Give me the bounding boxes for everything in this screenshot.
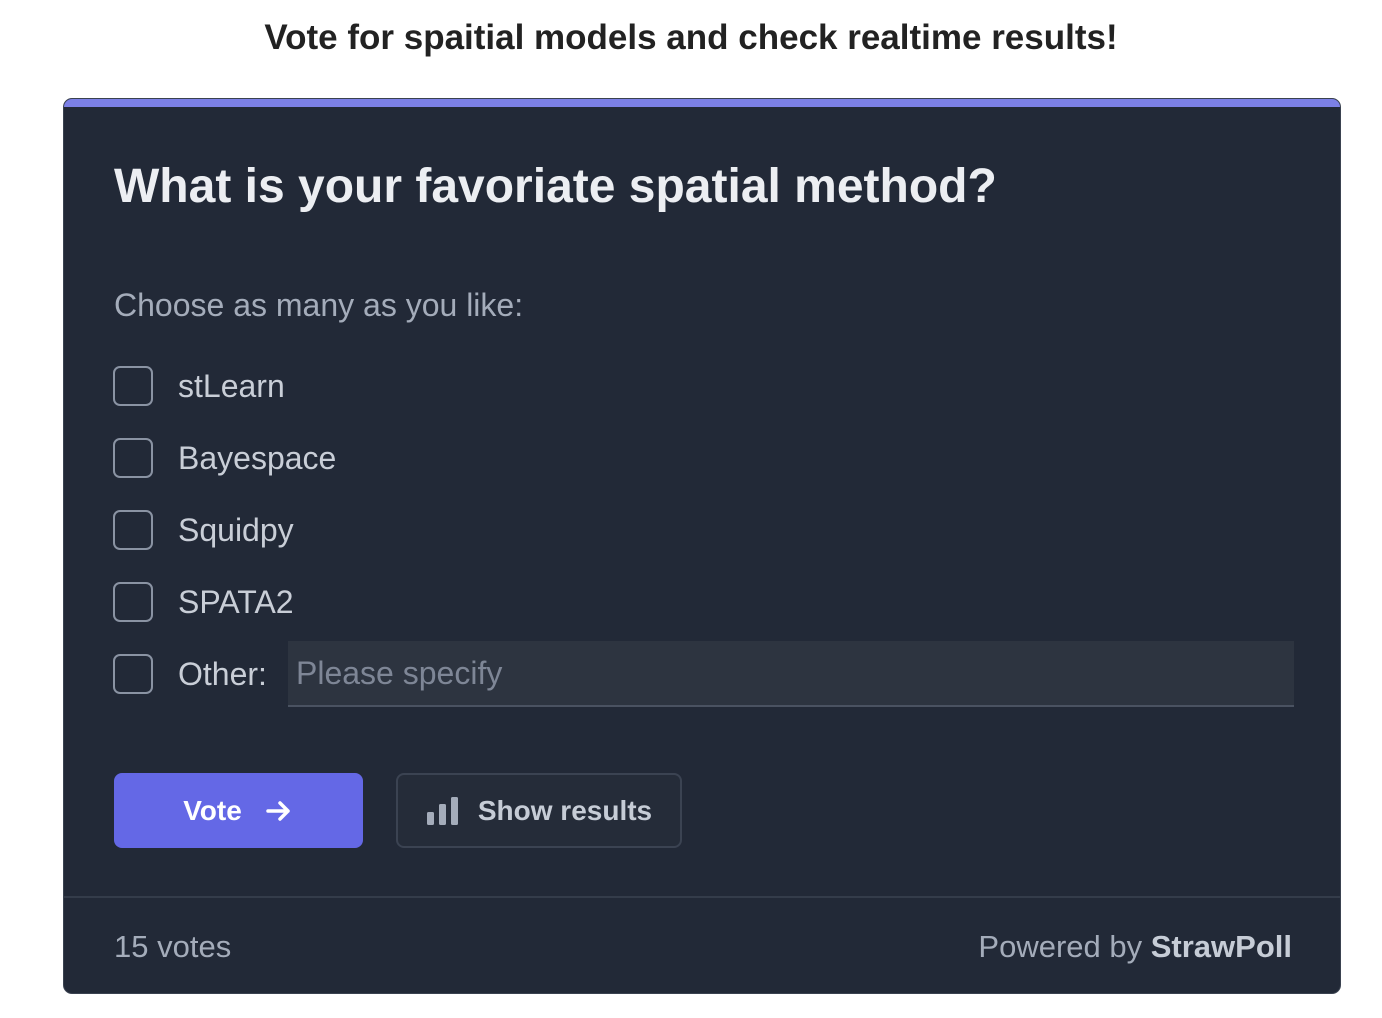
show-results-label: Show results: [477, 794, 653, 826]
strawpoll-brand-link[interactable]: StrawPoll: [1151, 929, 1292, 964]
option-other[interactable]: Other:: [113, 641, 1294, 707]
option-checkbox[interactable]: [113, 654, 153, 694]
option-spata2[interactable]: SPATA2: [113, 581, 1294, 623]
poll-question: What is your favoriate spatial method?: [114, 160, 997, 213]
footer-divider: [64, 896, 1340, 898]
option-checkbox[interactable]: [113, 366, 153, 406]
arrow-right-icon: [266, 800, 290, 821]
option-checkbox[interactable]: [113, 510, 153, 550]
vote-button[interactable]: Vote: [114, 773, 363, 848]
page-heading: Vote for spaitial models and check realt…: [264, 18, 1118, 57]
poll-instruction: Choose as many as you like:: [114, 287, 524, 323]
show-results-button[interactable]: Show results: [396, 773, 682, 848]
option-bayespace[interactable]: Bayespace: [113, 437, 1294, 479]
poll-card: What is your favoriate spatial method? C…: [63, 98, 1341, 994]
option-label[interactable]: SPATA2: [178, 582, 294, 622]
option-stlearn[interactable]: stLearn: [113, 365, 1294, 407]
option-label[interactable]: Squidpy: [178, 510, 294, 550]
vote-button-label: Vote: [183, 794, 242, 826]
option-label[interactable]: Bayespace: [178, 438, 336, 478]
other-specify-input[interactable]: [288, 641, 1294, 707]
powered-by: Powered by StrawPoll: [978, 927, 1292, 967]
powered-by-prefix: Powered by: [978, 929, 1151, 964]
card-accent-bar: [64, 99, 1340, 107]
option-checkbox[interactable]: [113, 582, 153, 622]
vote-count: 15 votes: [114, 929, 232, 964]
option-checkbox[interactable]: [113, 438, 153, 478]
option-squidpy[interactable]: Squidpy: [113, 509, 1294, 551]
option-label[interactable]: stLearn: [178, 366, 285, 406]
bar-chart-icon: [426, 796, 458, 825]
option-label[interactable]: Other:: [178, 654, 267, 694]
